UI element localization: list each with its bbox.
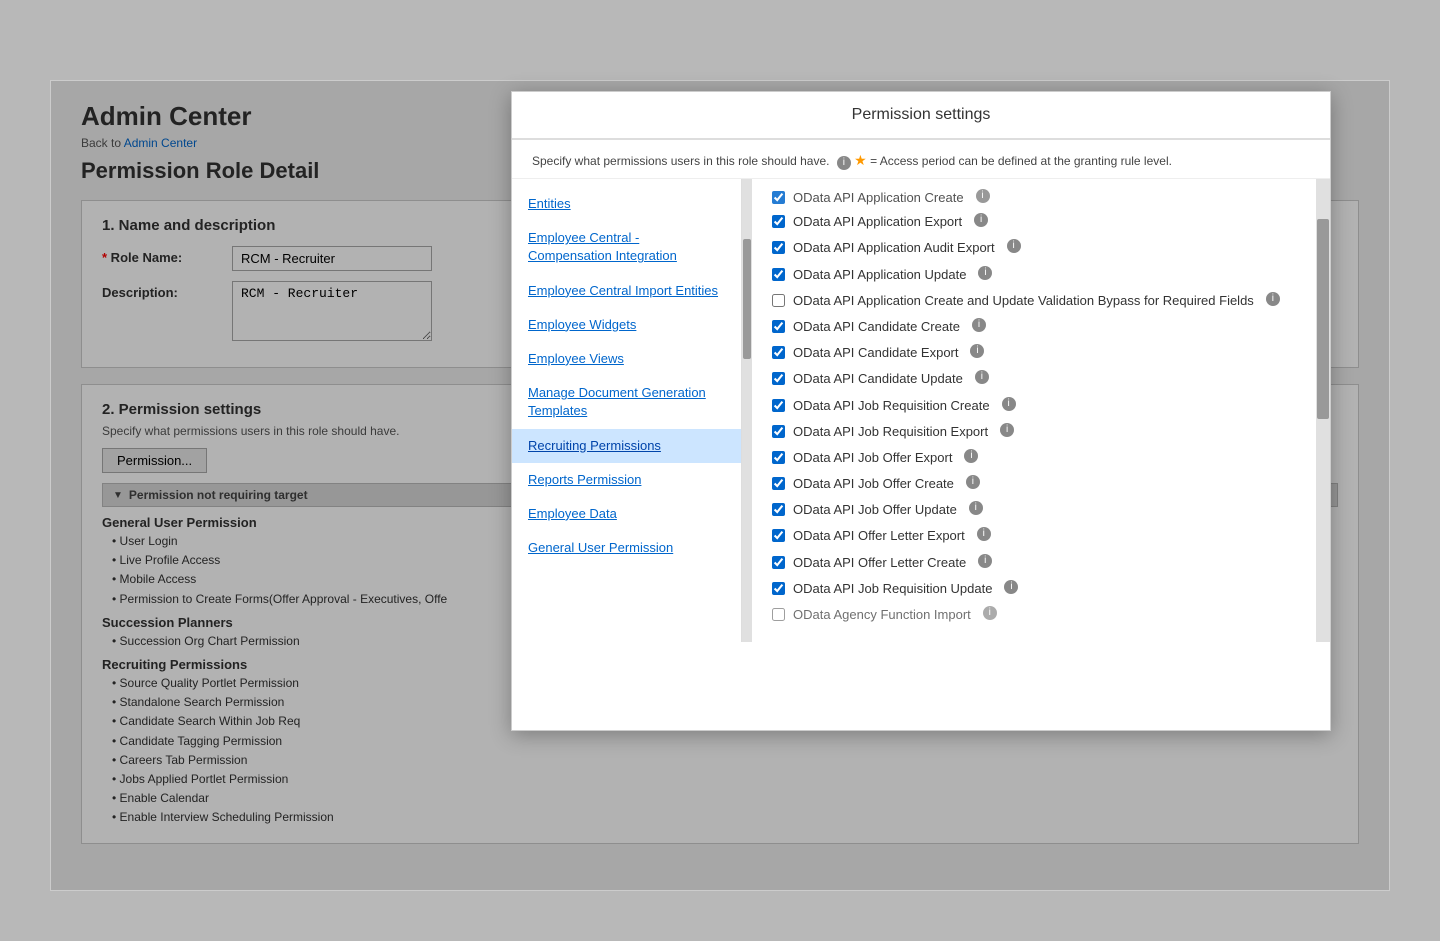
perm-row: OData API Offer Letter Export i	[772, 527, 1296, 545]
nav-item-reports[interactable]: Reports Permission	[512, 463, 741, 497]
nav-item-ec-compensation[interactable]: Employee Central - Compensation Integrat…	[512, 221, 741, 273]
perm-label: OData API Job Offer Create	[793, 475, 954, 493]
modal-intro: Specify what permissions users in this r…	[512, 140, 1330, 179]
perm-row: OData API Application Create i	[772, 189, 1296, 207]
modal-right-permissions: OData API Application Create i OData API…	[752, 179, 1316, 642]
perm-info-icon: i	[1266, 292, 1280, 306]
perm-checkbox[interactable]	[772, 399, 785, 412]
perm-label: OData API Job Requisition Create	[793, 397, 990, 415]
perm-label: OData API Candidate Update	[793, 370, 963, 388]
left-nav-scrollbar[interactable]	[742, 179, 752, 642]
nav-item-recruiting[interactable]: Recruiting Permissions	[512, 429, 741, 463]
perm-info-icon: i	[978, 266, 992, 280]
perm-row: OData API Application Audit Export i	[772, 239, 1296, 257]
perm-row: OData Agency Function Import i	[772, 606, 1296, 624]
perm-info-icon: i	[975, 370, 989, 384]
nav-item-general-user[interactable]: General User Permission	[512, 531, 741, 565]
perm-row: OData API Application Create and Update …	[772, 292, 1296, 310]
perm-checkbox[interactable]	[772, 241, 785, 254]
perm-checkbox[interactable]	[772, 191, 785, 204]
perm-info-icon: i	[976, 189, 990, 203]
right-perm-scrollbar[interactable]	[1316, 179, 1330, 642]
perm-row: OData API Candidate Create i	[772, 318, 1296, 336]
perm-checkbox[interactable]	[772, 477, 785, 490]
perm-checkbox[interactable]	[772, 294, 785, 307]
perm-label: OData Agency Function Import	[793, 606, 971, 624]
perm-row: OData API Candidate Export i	[772, 344, 1296, 362]
perm-info-icon: i	[964, 449, 978, 463]
nav-item-employee-widgets[interactable]: Employee Widgets	[512, 308, 741, 342]
modal-left-nav: Entities Employee Central - Compensation…	[512, 179, 742, 642]
perm-checkbox[interactable]	[772, 425, 785, 438]
perm-label: OData API Application Export	[793, 213, 962, 231]
perm-label: OData API Job Requisition Update	[793, 580, 992, 598]
perm-label: OData API Application Update	[793, 266, 966, 284]
perm-checkbox[interactable]	[772, 529, 785, 542]
perm-label: OData API Offer Letter Export	[793, 527, 965, 545]
modal-title: Permission settings	[512, 92, 1330, 140]
perm-checkbox[interactable]	[772, 268, 785, 281]
perm-info-icon: i	[969, 501, 983, 515]
perm-checkbox[interactable]	[772, 608, 785, 621]
nav-item-manage-doc[interactable]: Manage Document Generation Templates	[512, 376, 741, 428]
perm-checkbox[interactable]	[772, 503, 785, 516]
nav-item-ec-import[interactable]: Employee Central Import Entities	[512, 274, 741, 308]
perm-info-icon: i	[1004, 580, 1018, 594]
right-perm-scrollbar-thumb	[1317, 219, 1329, 419]
perm-label: OData API Application Create	[793, 189, 964, 207]
perm-info-icon: i	[974, 213, 988, 227]
perm-info-icon: i	[966, 475, 980, 489]
nav-item-employee-views[interactable]: Employee Views	[512, 342, 741, 376]
info-icon: i	[837, 156, 851, 170]
perm-row: OData API Job Offer Update i	[772, 501, 1296, 519]
perm-checkbox[interactable]	[772, 372, 785, 385]
perm-label: OData API Job Requisition Export	[793, 423, 988, 441]
perm-label: OData API Candidate Export	[793, 344, 958, 362]
perm-checkbox[interactable]	[772, 556, 785, 569]
perm-label: OData API Job Offer Update	[793, 501, 957, 519]
perm-row: OData API Application Export i	[772, 213, 1296, 231]
perm-row: OData API Candidate Update i	[772, 370, 1296, 388]
perm-checkbox[interactable]	[772, 346, 785, 359]
perm-info-icon: i	[977, 527, 991, 541]
perm-label: OData API Offer Letter Create	[793, 554, 966, 572]
perm-info-icon: i	[972, 318, 986, 332]
perm-checkbox[interactable]	[772, 320, 785, 333]
perm-row: OData API Job Requisition Export i	[772, 423, 1296, 441]
perm-label: OData API Application Audit Export	[793, 239, 995, 257]
perm-row: OData API Offer Letter Create i	[772, 554, 1296, 572]
perm-info-icon: i	[978, 554, 992, 568]
perm-row: OData API Job Offer Create i	[772, 475, 1296, 493]
nav-item-employee-data[interactable]: Employee Data	[512, 497, 741, 531]
perm-label: OData API Application Create and Update …	[793, 292, 1254, 310]
perm-info-icon: i	[1002, 397, 1016, 411]
perm-row: OData API Job Requisition Create i	[772, 397, 1296, 415]
perm-info-icon: i	[1007, 239, 1021, 253]
perm-info-icon: i	[1000, 423, 1014, 437]
perm-checkbox[interactable]	[772, 582, 785, 595]
perm-row: OData API Job Requisition Update i	[772, 580, 1296, 598]
perm-info-icon: i	[983, 606, 997, 620]
permission-settings-modal: Permission settings Specify what permiss…	[511, 91, 1331, 731]
perm-label: OData API Job Offer Export	[793, 449, 952, 467]
perm-row: OData API Application Update i	[772, 266, 1296, 284]
perm-checkbox[interactable]	[772, 451, 785, 464]
perm-row: OData API Job Offer Export i	[772, 449, 1296, 467]
perm-checkbox[interactable]	[772, 215, 785, 228]
nav-item-entities[interactable]: Entities	[512, 187, 741, 221]
perm-info-icon: i	[970, 344, 984, 358]
star-symbol: ★	[854, 152, 867, 168]
perm-label: OData API Candidate Create	[793, 318, 960, 336]
left-nav-scrollbar-thumb	[743, 239, 751, 359]
